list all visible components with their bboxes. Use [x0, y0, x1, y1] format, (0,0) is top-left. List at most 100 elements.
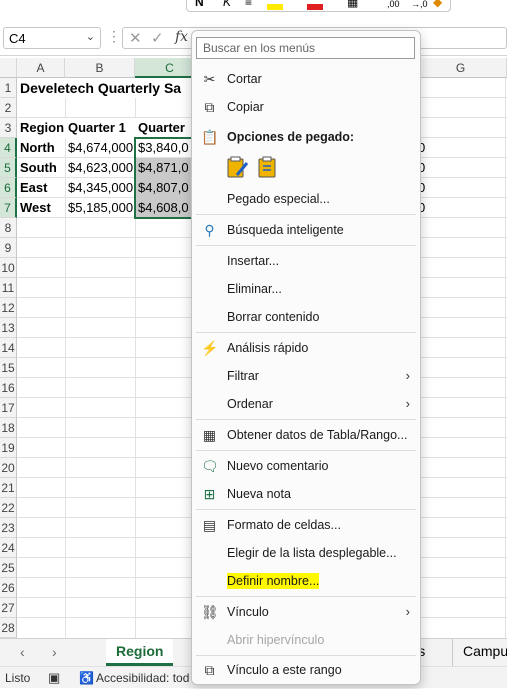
- sheet-tab-region[interactable]: Region: [106, 639, 174, 666]
- region-cell[interactable]: South: [17, 158, 65, 178]
- menu-item-label: Análisis rápido: [227, 341, 309, 355]
- menu-item-label: Abrir hipervínculo: [227, 633, 325, 647]
- mini-toolbar: N K ≡ ▦ ,00 →,0 ◆: [186, 0, 451, 12]
- borders-icon[interactable]: ▦: [347, 0, 358, 9]
- row-header[interactable]: 26: [0, 578, 17, 598]
- row-header[interactable]: 15: [0, 358, 17, 378]
- menu-item-pick-from-list[interactable]: Elegir de la lista desplegable...: [192, 540, 420, 566]
- next-sheet-icon[interactable]: ›: [52, 644, 57, 660]
- link-icon: ⛓: [201, 604, 219, 620]
- sheet-tab-campus[interactable]: Campu: [452, 639, 507, 666]
- row-header[interactable]: 17: [0, 398, 17, 418]
- menu-item-label: Nuevo comentario: [227, 459, 329, 473]
- row-header[interactable]: 23: [0, 518, 17, 538]
- menu-item-cut[interactable]: ✂ Cortar: [192, 66, 420, 92]
- row-header-selected[interactable]: 7: [0, 198, 17, 218]
- region-cell[interactable]: West: [17, 198, 65, 218]
- row-header[interactable]: 10: [0, 258, 17, 278]
- column-header[interactable]: G: [415, 58, 507, 78]
- menu-item-new-note[interactable]: ⊞ Nueva nota: [192, 481, 420, 507]
- row-header-selected[interactable]: 5: [0, 158, 17, 178]
- menu-item-smart-lookup[interactable]: ⚲ Búsqueda inteligente: [192, 217, 420, 243]
- row-header[interactable]: 21: [0, 478, 17, 498]
- header-cell[interactable]: Region: [17, 118, 65, 138]
- row-header[interactable]: 2: [0, 98, 17, 118]
- prev-sheet-icon[interactable]: ‹: [20, 644, 25, 660]
- menu-item-clear-contents[interactable]: Borrar contenido: [192, 304, 420, 330]
- menu-item-delete[interactable]: Eliminar...: [192, 276, 420, 302]
- function-icon[interactable]: fx: [175, 29, 188, 45]
- accessibility-icon[interactable]: ♿: [79, 667, 94, 689]
- region-cell[interactable]: North: [17, 138, 65, 158]
- select-all-corner[interactable]: [0, 58, 17, 78]
- search-icon: ⚲: [204, 222, 215, 238]
- header-cell[interactable]: Quarter: [135, 118, 192, 138]
- confirm-icon[interactable]: ✓: [151, 29, 164, 47]
- menu-item-copy[interactable]: ⧉ Copiar: [192, 94, 420, 120]
- accessibility-status[interactable]: Accesibilidad: tod: [96, 667, 189, 689]
- column-header[interactable]: A: [17, 58, 65, 78]
- value-cell[interactable]: $4,623,000: [65, 158, 135, 178]
- selection-range[interactable]: [134, 137, 194, 219]
- paste-formatting-icon[interactable]: [225, 155, 249, 179]
- decrease-decimal-icon[interactable]: →,0: [411, 0, 428, 9]
- paste-values-icon[interactable]: [255, 155, 279, 179]
- more-icon[interactable]: ⋮: [107, 28, 121, 45]
- region-cell[interactable]: East: [17, 178, 65, 198]
- header-cell[interactable]: Quarter 1: [65, 118, 135, 138]
- menu-item-format-cells[interactable]: ▤ Formato de celdas...: [192, 512, 420, 538]
- fill-color-icon[interactable]: [267, 4, 283, 10]
- row-header[interactable]: 12: [0, 298, 17, 318]
- menu-item-paste-special[interactable]: Pegado especial...: [192, 186, 420, 212]
- menu-item-link-to-range[interactable]: ⧉ Vínculo a este rango: [192, 657, 420, 683]
- name-box[interactable]: C4 ⌄: [3, 27, 101, 49]
- bold-icon[interactable]: N: [195, 0, 204, 9]
- row-header[interactable]: 18: [0, 418, 17, 438]
- menu-item-get-data[interactable]: ▦ Obtener datos de Tabla/Rango...: [192, 422, 420, 448]
- value-cell[interactable]: $4,345,000: [65, 178, 135, 198]
- row-header[interactable]: 19: [0, 438, 17, 458]
- menu-item-link[interactable]: ⛓ Vínculo ›: [192, 599, 420, 625]
- menu-item-insert[interactable]: Insertar...: [192, 248, 420, 274]
- row-header[interactable]: 28: [0, 618, 17, 638]
- row-header[interactable]: 8: [0, 218, 17, 238]
- row-header[interactable]: 3: [0, 118, 17, 138]
- menu-item-define-name[interactable]: Definir nombre...: [192, 568, 420, 594]
- italic-icon[interactable]: K: [223, 0, 231, 9]
- row-header[interactable]: 25: [0, 558, 17, 578]
- row-header[interactable]: 24: [0, 538, 17, 558]
- menu-separator: [196, 596, 416, 597]
- row-header[interactable]: 1: [0, 78, 17, 98]
- row-header[interactable]: 9: [0, 238, 17, 258]
- menu-search-input[interactable]: Buscar en los menús: [196, 37, 415, 59]
- row-header[interactable]: 13: [0, 318, 17, 338]
- row-header-selected[interactable]: 6: [0, 178, 17, 198]
- sheet-title[interactable]: Develetech Quarterly Sa: [17, 78, 192, 98]
- row-header[interactable]: 16: [0, 378, 17, 398]
- chevron-right-icon: ›: [405, 396, 410, 411]
- note-icon: ⊞: [203, 486, 216, 502]
- menu-item-new-comment[interactable]: 🗨 Nuevo comentario: [192, 453, 420, 479]
- macro-record-icon[interactable]: ▣: [48, 667, 60, 689]
- format-painter-icon[interactable]: ◆: [433, 0, 442, 9]
- cancel-icon[interactable]: ✕: [129, 29, 142, 47]
- font-color-icon[interactable]: [307, 4, 323, 10]
- row-header[interactable]: 22: [0, 498, 17, 518]
- value-cell[interactable]: $5,185,000: [65, 198, 135, 218]
- menu-item-filter[interactable]: Filtrar ›: [192, 363, 420, 389]
- row-header[interactable]: 27: [0, 598, 17, 618]
- column-header[interactable]: B: [65, 58, 135, 78]
- row-header[interactable]: 20: [0, 458, 17, 478]
- row-header-selected[interactable]: 4: [0, 138, 17, 158]
- row-header[interactable]: 14: [0, 338, 17, 358]
- menu-item-sort[interactable]: Ordenar ›: [192, 391, 420, 417]
- row-header[interactable]: 11: [0, 278, 17, 298]
- context-menu: Buscar en los menús ✂ Cortar ⧉ Copiar 📋 …: [191, 30, 421, 685]
- menu-item-quick-analysis[interactable]: ⚡ Análisis rápido: [192, 335, 420, 361]
- decimal-icon[interactable]: ,00: [387, 0, 400, 9]
- align-icon[interactable]: ≡: [245, 0, 252, 9]
- menu-item-label: Formato de celdas...: [227, 518, 341, 532]
- comment-icon: 🗨: [201, 458, 219, 474]
- chevron-down-icon[interactable]: ⌄: [86, 30, 95, 43]
- value-cell[interactable]: $4,674,000: [65, 138, 135, 158]
